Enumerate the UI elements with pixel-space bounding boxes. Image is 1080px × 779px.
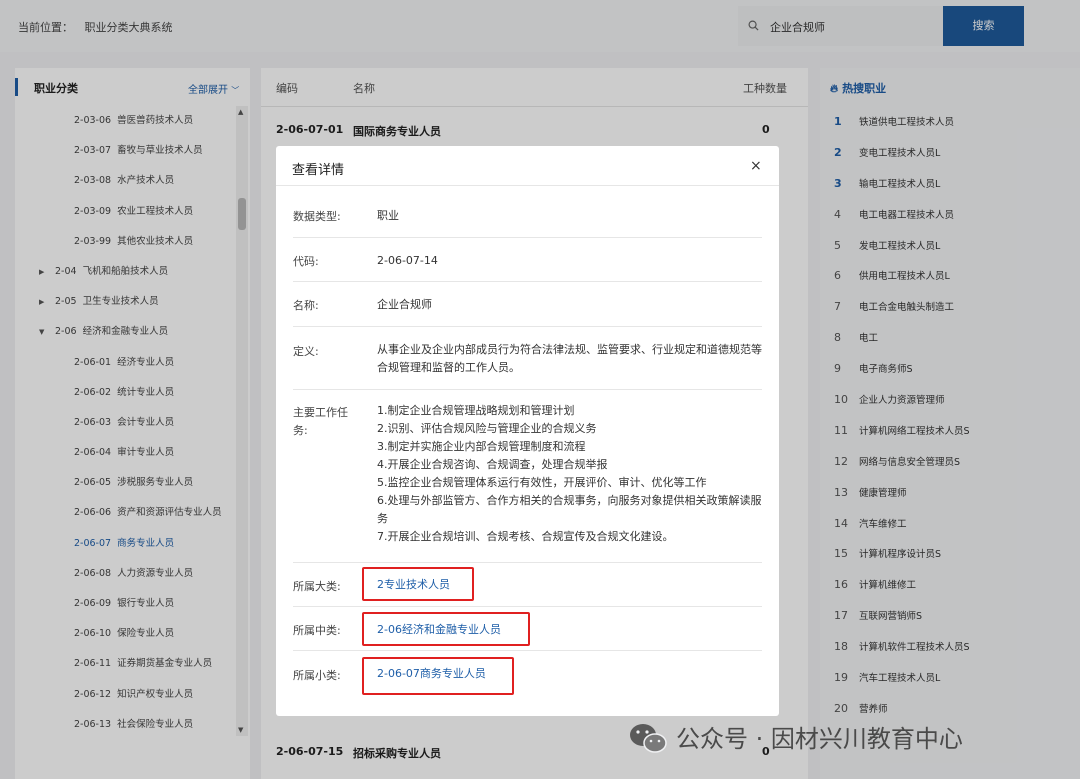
task-item: 6.处理与外部监管方、合作方相关的合规事务，向服务对象提供相关政策解读服务 [377, 494, 762, 525]
field-type: 数据类型: 职业 [293, 198, 762, 238]
task-item: 3.制定并实施企业内部合规管理制度和流程 [377, 440, 586, 453]
watermark-text: 公众号 · 因材兴川教育中心 [676, 725, 963, 753]
modal-title: 查看详情 [292, 163, 345, 178]
field-definition: 定义: 从事企业及企业内部成员行为符合法律法规、监管要求、行业规定和道德规范等合… [293, 327, 762, 390]
tasks-list: 1.制定企业合规管理战略规划和管理计划 2.识别、评估合规风险与管理企业的合规义务… [377, 402, 767, 546]
task-item: 7.开展企业合规培训、合规考核、合规宣传及合规文化建设。 [377, 530, 674, 543]
field-tasks: 主要工作任 务: 1.制定企业合规管理战略规划和管理计划 2.识别、评估合规风险与… [293, 390, 762, 563]
code-label: 代码: [293, 255, 319, 268]
type-label: 数据类型: [293, 210, 341, 223]
modal-divider [276, 185, 779, 186]
task-item: 5.监控企业合规管理体系运行有效性，开展评价、审计、优化等工作 [377, 476, 707, 489]
definition-value: 从事企业及企业内部成员行为符合法律法规、监管要求、行业规定和道德规范等合规管理和… [377, 343, 762, 374]
wechat-icon [630, 724, 667, 753]
tasks-label-cont: 务: [293, 424, 308, 437]
minor-label: 所属小类: [293, 669, 341, 682]
highlight-box [362, 657, 514, 695]
task-item: 1.制定企业合规管理战略规划和管理计划 [377, 404, 575, 417]
name-label: 名称: [293, 299, 319, 312]
major-label: 所属大类: [293, 580, 341, 593]
type-value: 职业 [377, 209, 399, 222]
definition-label: 定义: [293, 345, 319, 358]
field-code: 代码: 2-06-07-14 [293, 238, 762, 282]
middle-label: 所属中类: [293, 624, 341, 637]
highlight-box [362, 612, 530, 646]
task-item: 2.识别、评估合规风险与管理企业的合规义务 [377, 422, 597, 435]
task-item: 4.开展企业合规咨询、合规调查，处理合规举报 [377, 458, 608, 471]
field-name: 名称: 企业合规师 [293, 282, 762, 327]
highlight-box [362, 567, 474, 601]
detail-modal: 查看详情 × 数据类型: 职业 代码: 2-06-07-14 名称: 企业合规师… [276, 146, 779, 716]
close-icon[interactable]: × [750, 158, 762, 174]
name-value: 企业合规师 [377, 298, 432, 311]
tasks-label: 主要工作任 [293, 406, 348, 419]
code-value: 2-06-07-14 [377, 254, 438, 267]
